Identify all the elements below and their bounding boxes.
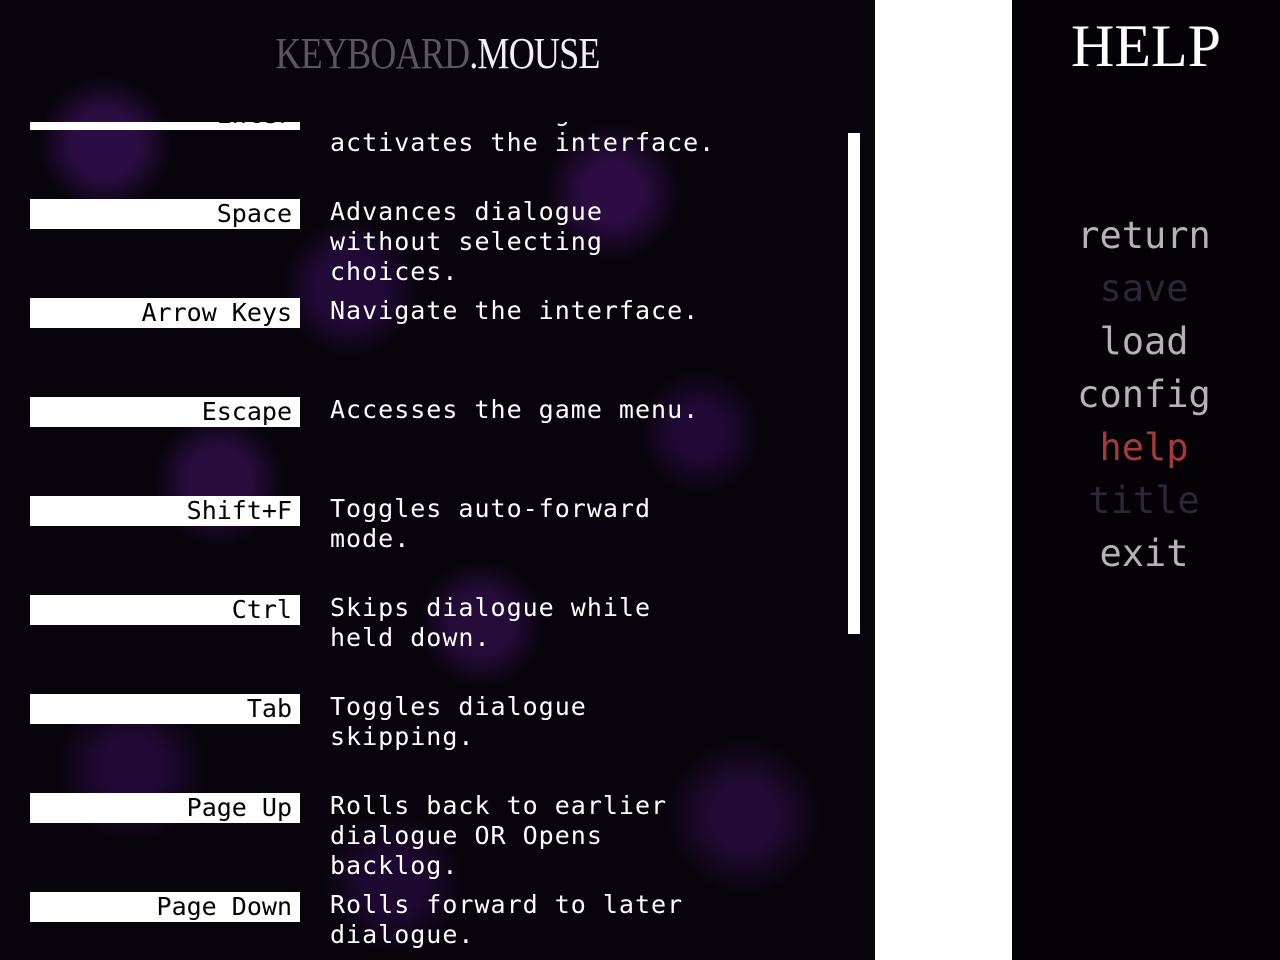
- tab-mouse[interactable]: MOUSE: [477, 29, 600, 78]
- key-label: Enter: [30, 122, 300, 130]
- help-panel: KEYBOARD.MOUSE Enter Advances dialogue an…: [0, 0, 875, 960]
- binding-row: Arrow Keys Navigate the interface.: [0, 296, 840, 328]
- tab-keyboard[interactable]: KEYBOARD: [275, 29, 470, 78]
- binding-row: Shift+F Toggles auto-forward mode.: [0, 494, 840, 556]
- key-description: Skips dialogue while held down.: [330, 593, 652, 652]
- menu-item-load[interactable]: load: [1012, 315, 1276, 368]
- key-label: Arrow Keys: [30, 298, 300, 328]
- key-description: Accesses the game menu.: [330, 395, 700, 424]
- binding-row: Space Advances dialogue without selecting…: [0, 197, 840, 289]
- key-label: Page Down: [30, 892, 300, 922]
- key-label: Tab: [30, 694, 300, 724]
- key-label: Escape: [30, 397, 300, 427]
- key-label: Space: [30, 199, 300, 229]
- key-description: Toggles auto-forward mode.: [330, 494, 652, 553]
- menu-title: HELP: [1071, 13, 1221, 79]
- key-label: Ctrl: [30, 595, 300, 625]
- binding-row: Escape Accesses the game menu.: [0, 395, 840, 427]
- divider-panel: [875, 0, 1012, 960]
- title-separator: .: [469, 29, 478, 78]
- menu-item-save[interactable]: save: [1012, 262, 1276, 315]
- binding-row: Tab Toggles dialogue skipping.: [0, 692, 840, 754]
- key-description: Advances dialogue without selecting choi…: [330, 197, 603, 286]
- key-description: Rolls forward to later dialogue.: [330, 890, 684, 949]
- scrollbar[interactable]: [848, 133, 860, 634]
- key-description: Navigate the interface.: [330, 296, 700, 325]
- binding-row: Ctrl Skips dialogue while held down.: [0, 593, 840, 655]
- key-label: Shift+F: [30, 496, 300, 526]
- menu-item-return[interactable]: return: [1012, 209, 1276, 262]
- key-label: Page Up: [30, 793, 300, 823]
- menu-item-title[interactable]: title: [1012, 474, 1276, 527]
- key-description: Toggles dialogue skipping.: [330, 692, 587, 751]
- binding-row: Enter Advances dialogue and activates the…: [0, 122, 840, 160]
- binding-row: Page Up Rolls back to earlier dialogue OR…: [0, 791, 840, 883]
- menu-item-help[interactable]: help: [1012, 421, 1276, 474]
- key-description: Advances dialogue and activates the inte…: [330, 122, 716, 157]
- key-description: Rolls back to earlier dialogue OR Opens …: [330, 791, 668, 880]
- page-title: KEYBOARD.MOUSE: [79, 28, 797, 79]
- binding-row: Page Down Rolls forward to later dialogue…: [0, 890, 840, 952]
- menu-item-config[interactable]: config: [1012, 368, 1276, 421]
- menu-item-exit[interactable]: exit: [1012, 527, 1276, 580]
- bindings-list[interactable]: Enter Advances dialogue and activates the…: [0, 122, 840, 960]
